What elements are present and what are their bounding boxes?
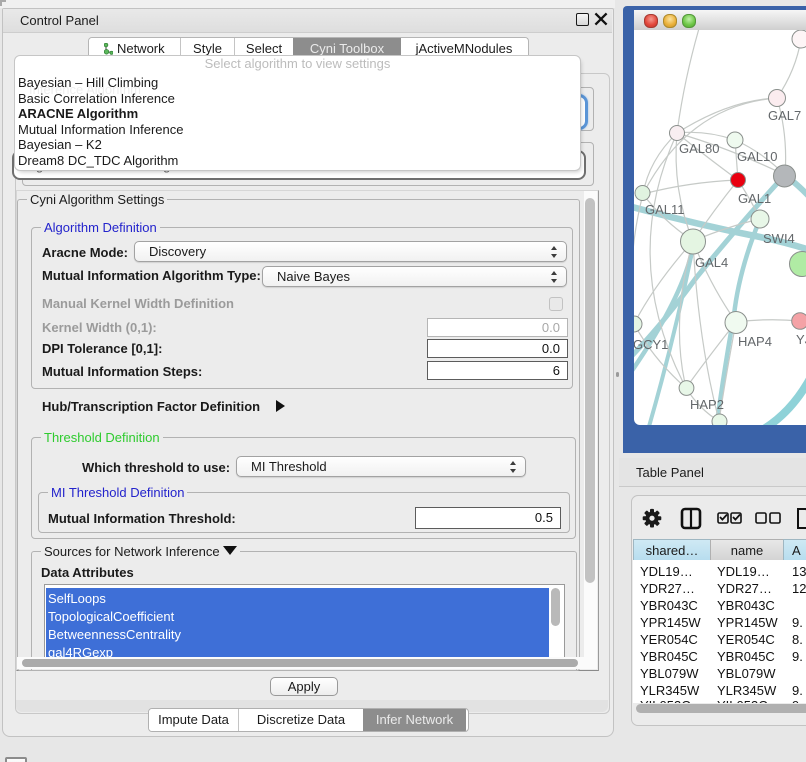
svg-text:GAL7: GAL7 [768, 108, 801, 123]
svg-text:GCY1: GCY1 [634, 337, 668, 352]
svg-text:GAL11: GAL11 [645, 202, 685, 217]
svg-text:GAL80: GAL80 [679, 141, 719, 156]
svg-text:HAP4: HAP4 [738, 334, 772, 349]
svg-text:GAL10: GAL10 [737, 149, 777, 164]
svg-text:HAP2: HAP2 [690, 397, 724, 412]
svg-text:YJ: YJ [796, 332, 806, 347]
svg-text:GAL4: GAL4 [695, 255, 728, 270]
svg-text:SWI4: SWI4 [763, 231, 795, 246]
svg-text:GAL1: GAL1 [738, 191, 771, 206]
